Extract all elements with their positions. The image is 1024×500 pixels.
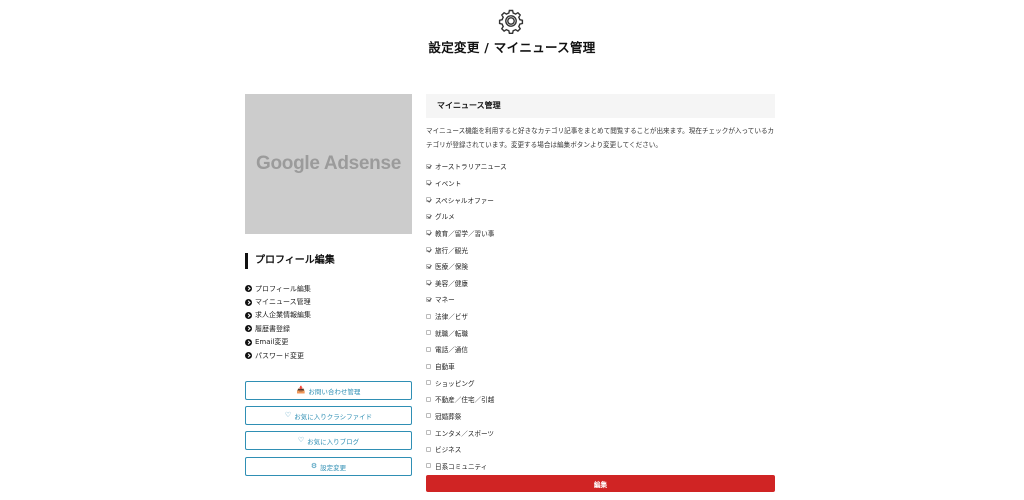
- gear-icon: ⚙: [310, 462, 318, 470]
- category-label: 就職／転職: [435, 329, 468, 338]
- category-item[interactable]: 美容／健康: [426, 274, 507, 291]
- sidebar-link-label: Email変更: [255, 338, 289, 347]
- checkbox[interactable]: [426, 213, 431, 219]
- category-item[interactable]: ビジネス: [426, 441, 507, 458]
- checkbox[interactable]: [426, 446, 431, 452]
- checkbox[interactable]: [426, 197, 431, 203]
- category-item[interactable]: グルメ: [426, 208, 507, 225]
- category-label: 旅行／観光: [435, 246, 468, 255]
- sidebar-link-label: マイニュース管理: [255, 298, 311, 307]
- checkbox[interactable]: [426, 230, 431, 236]
- checkbox[interactable]: [426, 296, 431, 302]
- category-label: イベント: [435, 179, 462, 188]
- description-text: マイニュース機能を利用すると好きなカテゴリ記事をまとめて閲覧することが出来ます。…: [426, 127, 775, 149]
- sidebar-link-company-info[interactable]: 求人企業情報編集: [245, 309, 311, 322]
- arrow-circle-right-icon: [245, 338, 252, 346]
- sidebar-heading: プロフィール編集: [245, 253, 335, 269]
- checkbox[interactable]: [426, 380, 431, 386]
- category-label: 法律／ビザ: [435, 313, 468, 322]
- button-label: お気に入りクラシファイド: [294, 412, 373, 421]
- checkbox[interactable]: [426, 263, 431, 269]
- button-label: お問い合わせ管理: [308, 387, 361, 396]
- category-item[interactable]: 自動車: [426, 358, 507, 375]
- inquiry-management-button[interactable]: 📥 お問い合わせ管理: [245, 381, 412, 400]
- category-label: 医療／保険: [435, 263, 468, 272]
- category-label: 自動車: [435, 363, 455, 371]
- category-label: 教育／留学／習い事: [435, 229, 495, 238]
- arrow-circle-right-icon: [245, 325, 252, 333]
- category-item[interactable]: 医療／保険: [426, 258, 507, 275]
- checkbox[interactable]: [426, 346, 431, 352]
- category-label: ショッピング: [435, 379, 475, 388]
- checkbox[interactable]: [426, 163, 431, 169]
- category-list: オーストラリアニュース イベント スペシャルオファー グルメ 教育／留学／習い事…: [426, 158, 507, 474]
- category-item[interactable]: スペシャルオファー: [426, 191, 507, 208]
- checkbox[interactable]: [426, 396, 431, 402]
- category-item[interactable]: マネー: [426, 291, 507, 308]
- checkbox[interactable]: [426, 363, 431, 369]
- sidebar-link-email[interactable]: Email変更: [245, 336, 311, 349]
- sidebar-link-password[interactable]: パスワード変更: [245, 349, 311, 362]
- checkbox[interactable]: [426, 280, 431, 286]
- sidebar-link-label: プロフィール編集: [255, 284, 311, 293]
- sidebar-link-mynews[interactable]: マイニュース管理: [245, 295, 311, 308]
- edit-button[interactable]: 編集: [426, 475, 775, 492]
- page-header: 設定変更 / マイニュース管理: [0, 0, 1024, 60]
- category-label: グルメ: [435, 213, 455, 222]
- inbox-icon: 📥: [296, 386, 306, 394]
- gear-icon: [498, 9, 524, 34]
- ad-banner[interactable]: Google Adsense: [245, 94, 412, 234]
- category-label: 不動産／住宅／引越: [435, 396, 495, 405]
- category-item[interactable]: 旅行／観光: [426, 241, 507, 258]
- favorite-classified-button[interactable]: ♡ お気に入りクラシファイド: [245, 406, 412, 425]
- category-item[interactable]: 就職／転職: [426, 324, 507, 341]
- category-label: スペシャルオファー: [435, 196, 494, 205]
- category-label: マネー: [435, 296, 455, 305]
- category-item[interactable]: 日系コミュニティ: [426, 458, 507, 475]
- heart-icon: ♡: [297, 436, 305, 444]
- category-label: 電話／通信: [435, 346, 468, 355]
- section-heading: マイニュース管理: [426, 94, 775, 118]
- sidebar-link-resume[interactable]: 履歴書登録: [245, 322, 311, 335]
- category-item[interactable]: オーストラリアニュース: [426, 158, 507, 175]
- checkbox[interactable]: [426, 247, 431, 253]
- checkbox[interactable]: [426, 330, 431, 336]
- sidebar-link-profile-edit[interactable]: プロフィール編集: [245, 282, 311, 295]
- category-label: オーストラリアニュース: [435, 163, 507, 172]
- sidebar-link-label: 求人企業情報編集: [255, 311, 311, 320]
- arrow-circle-right-icon: [245, 352, 252, 360]
- checkbox[interactable]: [426, 463, 431, 469]
- settings-button[interactable]: ⚙ 設定変更: [245, 457, 412, 476]
- arrow-circle-right-icon: [245, 298, 252, 306]
- category-item[interactable]: 冠婚葬祭: [426, 408, 507, 425]
- sidebar-link-label: パスワード変更: [255, 351, 304, 360]
- sidebar-link-label: 履歴書登録: [255, 324, 290, 333]
- checkbox[interactable]: [426, 413, 431, 419]
- button-label: お気に入りブログ: [307, 437, 360, 446]
- category-item[interactable]: イベント: [426, 175, 507, 192]
- category-label: 日系コミュニティ: [435, 462, 488, 471]
- category-item[interactable]: 教育／留学／習い事: [426, 225, 507, 242]
- sidebar-links: プロフィール編集 マイニュース管理 求人企業情報編集 履歴書登録 Email変更…: [245, 282, 311, 362]
- category-item[interactable]: 電話／通信: [426, 341, 507, 358]
- checkbox[interactable]: [426, 180, 431, 186]
- favorite-blog-button[interactable]: ♡ お気に入りブログ: [245, 431, 412, 450]
- heart-icon: ♡: [284, 411, 292, 419]
- category-label: ビジネス: [435, 446, 462, 455]
- category-label: 美容／健康: [435, 279, 468, 288]
- page-title: 設定変更 / マイニュース管理: [428, 40, 596, 55]
- category-item[interactable]: エンタメ／スポーツ: [426, 424, 507, 441]
- category-label: 冠婚葬祭: [435, 412, 462, 421]
- checkbox[interactable]: [426, 430, 431, 436]
- category-item[interactable]: 不動産／住宅／引越: [426, 391, 507, 408]
- checkbox[interactable]: [426, 313, 431, 319]
- category-label: エンタメ／スポーツ: [435, 429, 495, 438]
- category-item[interactable]: 法律／ビザ: [426, 308, 507, 325]
- category-item[interactable]: ショッピング: [426, 374, 507, 391]
- arrow-circle-right-icon: [245, 285, 252, 293]
- button-label: 設定変更: [320, 463, 347, 472]
- arrow-circle-right-icon: [245, 311, 252, 319]
- ad-text: Google Adsense: [255, 153, 402, 174]
